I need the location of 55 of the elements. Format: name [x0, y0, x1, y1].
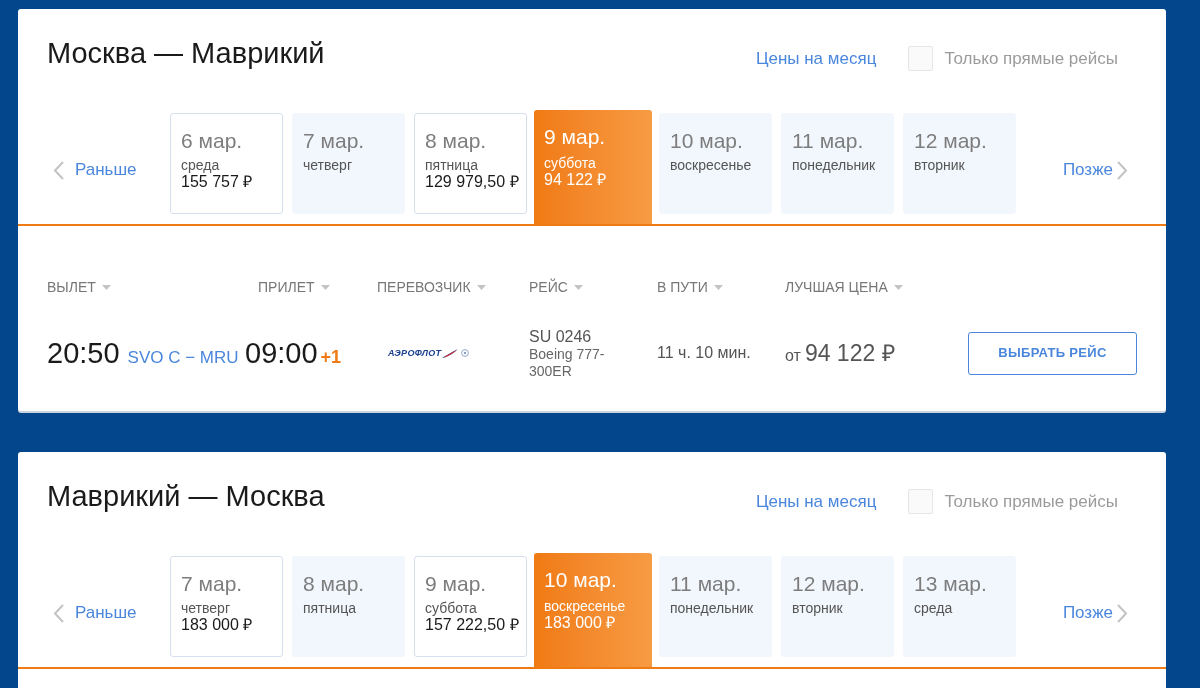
chevron-left-icon [53, 603, 64, 623]
date-tile[interactable]: 11 мар. понедельник [781, 113, 894, 214]
date-tile[interactable]: 6 мар. среда 155 757 ₽ [170, 113, 283, 214]
wing-icon [442, 348, 459, 358]
date-tile[interactable]: 12 мар. вторник [903, 113, 1016, 214]
flight-number: SU 0246 [529, 326, 593, 346]
checkbox-label[interactable]: Только прямые рейсы [944, 48, 1118, 69]
sort-header[interactable]: РЕЙС [529, 279, 583, 295]
departure-time: 20:50 [47, 336, 120, 370]
earlier-button[interactable]: Раньше [47, 160, 170, 180]
later-button[interactable]: Позже [1062, 603, 1128, 623]
route-title: Москва — Маврикий [47, 37, 325, 69]
checkbox[interactable] [908, 489, 934, 514]
route-title: Маврикий — Москва [47, 480, 325, 512]
sort-header[interactable]: В ПУТИ [657, 279, 723, 295]
select-flight-button[interactable]: ВЫБРАТЬ РЕЙС [968, 331, 1137, 375]
caret-icon [476, 284, 486, 290]
checkbox[interactable] [908, 46, 934, 71]
date-tile[interactable]: 7 мар. четверг [292, 113, 405, 214]
date-tile[interactable]: 12 мар. вторник [781, 556, 894, 657]
airline-name: АЭРОФЛОТ [388, 348, 442, 358]
month-prices-link[interactable]: Цены на месяц [755, 48, 877, 69]
caret-icon [320, 284, 330, 290]
sort-header[interactable]: ПЕРЕВОЗЧИК [377, 279, 486, 295]
date-tile[interactable]: 10 мар. воскресенье 183 000 ₽ [534, 553, 652, 667]
caret-icon [893, 284, 903, 290]
date-tile[interactable]: 11 мар. понедельник [659, 556, 772, 657]
date-tile[interactable]: 10 мар. воскресенье [659, 113, 772, 214]
earlier-button[interactable]: Раньше [47, 603, 170, 623]
caret-icon [573, 284, 583, 290]
chevron-right-icon [1117, 603, 1128, 623]
date-tile[interactable]: 8 мар. пятница [292, 556, 405, 657]
date-tile[interactable]: 9 мар. суббота 94 122 ₽ [534, 110, 652, 224]
later-button[interactable]: Позже [1062, 160, 1128, 180]
route-codes: SVO C − MRU [127, 347, 239, 368]
price-prefix: от [785, 345, 801, 365]
flight-duration: 11 ч. 10 мин. [657, 344, 751, 361]
checkbox-label[interactable]: Только прямые рейсы [944, 491, 1118, 512]
aircraft-model: Boeing 777-300ER [529, 345, 606, 380]
sort-header[interactable]: ЛУЧШАЯ ЦЕНА [785, 279, 903, 295]
date-tile[interactable]: 8 мар. пятница 129 979,50 ₽ [414, 113, 527, 214]
sort-header[interactable]: ПРИЛЕТ [258, 279, 330, 295]
best-price: 94 122 ₽ [804, 339, 895, 367]
next-day-label: +1 [320, 346, 342, 367]
date-tile[interactable]: 9 мар. суббота 157 222,50 ₽ [414, 556, 527, 657]
caret-icon [713, 284, 723, 290]
chevron-left-icon [53, 160, 64, 180]
arrival-time: 09:00 [245, 336, 318, 370]
caret-icon [101, 284, 111, 290]
month-prices-link[interactable]: Цены на месяц [755, 491, 877, 512]
date-tile[interactable]: 13 мар. среда [903, 556, 1016, 657]
date-tile[interactable]: 7 мар. четверг 183 000 ₽ [170, 556, 283, 657]
chevron-right-icon [1117, 160, 1128, 180]
sort-header[interactable]: ВЫЛЕТ [47, 279, 111, 295]
emblem-icon [461, 349, 470, 357]
